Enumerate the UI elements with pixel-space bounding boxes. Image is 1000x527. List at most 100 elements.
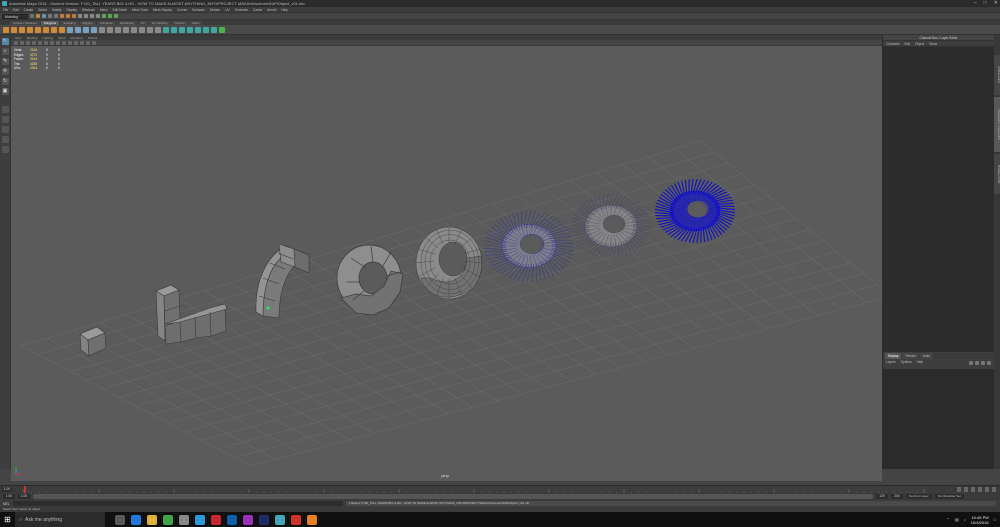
single-view-icon[interactable]	[1, 106, 9, 113]
go-to-start-icon[interactable]	[957, 487, 961, 492]
maya-taskbar-icon[interactable]	[275, 514, 285, 525]
smooth-icon[interactable]	[83, 26, 89, 33]
multi-cut-icon[interactable]	[131, 26, 137, 33]
bookmark-icon[interactable]	[20, 40, 24, 45]
menu-surfaces[interactable]: Surfaces	[192, 8, 205, 12]
cb-menu-edit[interactable]: Edit	[904, 42, 910, 46]
range-slider-bar[interactable]	[33, 494, 873, 499]
new-empty-layer-icon[interactable]	[981, 361, 985, 365]
network-icon[interactable]: ▤	[955, 517, 959, 522]
side-tab-attribute-editor[interactable]: Attribute Editor	[994, 55, 1000, 95]
snap-grid-icon[interactable]	[78, 14, 82, 18]
character-set-dropdown[interactable]: No Character Set	[934, 494, 964, 499]
menu-deform[interactable]: Deform	[210, 8, 220, 12]
panel-menu-lighting[interactable]: Lighting	[42, 36, 53, 40]
render-icon[interactable]	[102, 14, 106, 18]
fill-hole-icon[interactable]	[155, 26, 161, 33]
select-hierarchy-icon[interactable]	[60, 14, 64, 18]
menuset-dropdown[interactable]: Modeling	[2, 13, 28, 19]
panel-menu-show[interactable]: Show	[58, 36, 66, 40]
skype-icon[interactable]	[195, 514, 205, 525]
panel-menu-panels[interactable]: Panels	[88, 36, 97, 40]
taskbar-search[interactable]: ○ Ask me anything	[15, 512, 105, 527]
mirror-icon[interactable]	[99, 26, 105, 33]
l-shape-mesh[interactable]	[155, 284, 228, 345]
maximize-icon[interactable]: □	[984, 0, 987, 7]
wireframe-on-shaded-icon[interactable]	[62, 40, 66, 45]
four-view-icon[interactable]	[1, 116, 9, 123]
notification-chevron-icon[interactable]: ⌃	[947, 517, 950, 522]
menu-create[interactable]: Create	[24, 8, 34, 12]
go-to-end-icon[interactable]	[992, 487, 996, 492]
windows-start-icon[interactable]: ⊞	[0, 512, 15, 527]
menu-help[interactable]: Help	[281, 8, 288, 12]
chrome-browser-icon[interactable]	[163, 514, 173, 525]
panel-menu-shading[interactable]: Shading	[26, 36, 37, 40]
save-scene-icon[interactable]	[42, 14, 46, 18]
smooth-shade-icon[interactable]	[56, 40, 60, 45]
undo-icon[interactable]	[48, 14, 52, 18]
taskbar-clock[interactable]: 10:45 PM 10/4/2016	[971, 515, 989, 525]
boolean-icon[interactable]	[91, 26, 97, 33]
combine-icon[interactable]	[67, 26, 73, 33]
menu-windows[interactable]: Windows	[82, 8, 95, 12]
poly-plane-icon[interactable]	[43, 26, 49, 33]
menu-mesh-display[interactable]: Mesh Display	[153, 8, 172, 12]
playback-end-field[interactable]: 120	[876, 494, 888, 499]
channel-box-body[interactable]	[883, 47, 995, 352]
shadows-icon[interactable]	[80, 40, 84, 45]
cb-menu-show[interactable]: Show	[929, 42, 937, 46]
camera-attributes-icon[interactable]	[14, 40, 18, 45]
snap-view-icon[interactable]	[96, 14, 100, 18]
poly-cylinder-icon[interactable]	[19, 26, 25, 33]
menu-edit[interactable]: Edit	[13, 8, 19, 12]
poly-torus-icon[interactable]	[35, 26, 41, 33]
layer-menu-help[interactable]: Help	[917, 360, 924, 364]
outliner-layout-icon[interactable]	[1, 146, 9, 153]
scale-tool-icon[interactable]: ▣	[1, 88, 9, 95]
start-time-field[interactable]: 1.00	[3, 494, 15, 499]
paint-select-icon[interactable]: ✎	[1, 58, 9, 65]
image-plane-icon[interactable]	[26, 40, 30, 45]
acrobat-icon[interactable]	[211, 514, 221, 525]
snap-curve-icon[interactable]	[84, 14, 88, 18]
command-input[interactable]	[12, 501, 343, 506]
lasso-tool-icon[interactable]: ∘	[1, 48, 9, 55]
wireframe-icon[interactable]	[50, 40, 54, 45]
poly-sphere-icon[interactable]	[3, 26, 9, 33]
layer-menu-layers[interactable]: Layers	[886, 360, 896, 364]
layout-uv-icon[interactable]	[195, 26, 201, 33]
menu-select[interactable]: Select	[38, 8, 47, 12]
side-tab-channel-box[interactable]: Channel Box / Layer Editor	[994, 97, 1000, 152]
cb-menu-object[interactable]: Object	[915, 42, 924, 46]
action-center-icon[interactable]: □	[994, 517, 996, 522]
panel-menu-renderer[interactable]: Renderer	[71, 36, 84, 40]
automatic-uv-icon[interactable]	[171, 26, 177, 33]
vlc-icon[interactable]	[307, 514, 317, 525]
move-layer-down-icon[interactable]	[975, 361, 979, 365]
menu-mesh-tools[interactable]: Mesh Tools	[132, 8, 148, 12]
isolate-select-icon[interactable]	[86, 40, 90, 45]
modeling-toolkit-icon[interactable]	[219, 26, 225, 33]
cut-uv-icon[interactable]	[203, 26, 209, 33]
snap-point-icon[interactable]	[90, 14, 94, 18]
command-language-toggle[interactable]: MEL	[3, 502, 10, 506]
ipr-render-icon[interactable]	[108, 14, 112, 18]
move-tool-icon[interactable]: ✛	[1, 68, 9, 75]
film-gate-icon[interactable]	[38, 40, 42, 45]
task-view-icon[interactable]	[115, 514, 125, 525]
move-layer-up-icon[interactable]	[969, 361, 973, 365]
end-time-field[interactable]: 200	[891, 494, 903, 499]
volume-icon[interactable]: ♪	[964, 517, 966, 522]
uv-editor-icon[interactable]	[179, 26, 185, 33]
menu-arnold[interactable]: Arnold	[267, 8, 276, 12]
select-object-icon[interactable]	[66, 14, 70, 18]
media-player-icon[interactable]	[291, 514, 301, 525]
planar-uv-icon[interactable]	[163, 26, 169, 33]
subdivided-torus-mesh[interactable]	[415, 226, 483, 300]
step-forward-icon[interactable]	[985, 487, 989, 492]
platonic-solid-icon[interactable]	[59, 26, 65, 33]
menu-edit-mesh[interactable]: Edit Mesh	[113, 8, 127, 12]
side-tab-modeling-toolkit[interactable]: Modeling Toolkit	[994, 154, 1000, 194]
layer-list[interactable]	[883, 369, 995, 469]
